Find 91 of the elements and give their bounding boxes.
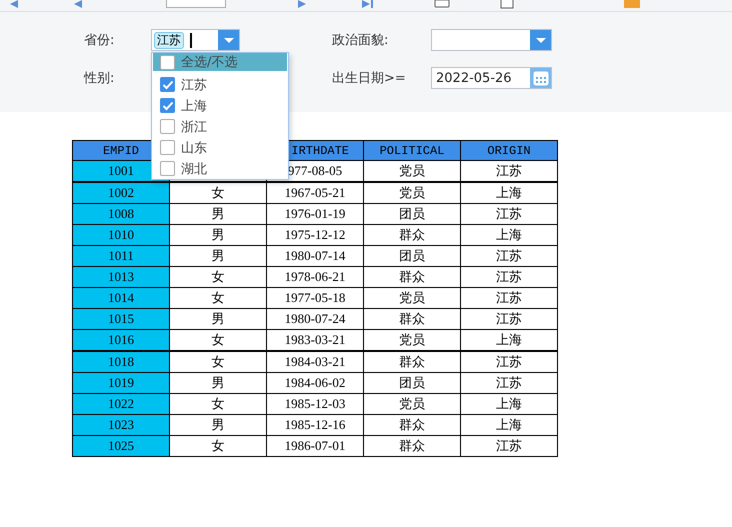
table-cell: 上海 — [460, 224, 558, 246]
checkbox[interactable] — [160, 98, 175, 113]
table-cell: 1980-07-14 — [266, 246, 364, 266]
id-cell: 1013 — [72, 266, 170, 288]
table-cell: 团员 — [364, 246, 460, 266]
table-cell: 群众 — [364, 351, 460, 372]
table-cell: 江苏 — [460, 246, 558, 266]
date-field[interactable]: 2022-05-26 — [431, 67, 552, 89]
table-cell: 群众 — [364, 266, 460, 288]
field-label: 省份: — [84, 32, 116, 49]
table-cell: 党员 — [364, 182, 460, 204]
checkbox[interactable] — [160, 77, 175, 92]
province-select[interactable]: 江苏 — [151, 29, 240, 51]
table-cell: 1978-06-21 — [266, 266, 364, 288]
id-cell: 1016 — [72, 330, 170, 351]
dropdown-item[interactable]: 浙江 — [153, 116, 287, 137]
table-cell: 江苏 — [460, 204, 558, 224]
checkbox[interactable] — [160, 161, 175, 176]
id-cell: 1014 — [72, 288, 170, 308]
text-cursor — [190, 32, 192, 48]
table-cell: 群众 — [364, 436, 460, 456]
table-cell: 1984-06-02 — [266, 372, 364, 394]
column-header: ORIGIN — [460, 140, 558, 160]
table-cell: 江苏 — [460, 351, 558, 372]
id-cell: 1025 — [72, 436, 170, 456]
selected-tag: 江苏 — [154, 32, 184, 48]
table-cell: 江苏 — [460, 372, 558, 394]
dropdown-item[interactable]: 全选/不选 — [153, 53, 287, 71]
id-cell: 1018 — [72, 351, 170, 372]
table-cell: 江苏 — [460, 160, 558, 182]
table-cell: 女 — [170, 394, 266, 414]
table-cell: 男 — [170, 372, 266, 394]
table-cell: 党员 — [364, 394, 460, 414]
id-cell: 1015 — [72, 308, 170, 330]
table-cell: 党员 — [364, 288, 460, 308]
table-cell: 1986-07-01 — [266, 436, 364, 456]
table-cell: 1985-12-03 — [266, 394, 364, 414]
checkbox[interactable] — [160, 54, 175, 70]
table-cell: 1976-01-19 — [266, 204, 364, 224]
table-cell: 江苏 — [460, 308, 558, 330]
id-cell: 1022 — [72, 394, 170, 414]
triangle-icon[interactable] — [360, 0, 374, 8]
table-cell: 群众 — [364, 414, 460, 436]
dropdown-item[interactable]: 上海 — [153, 95, 287, 116]
id-cell: 1008 — [72, 204, 170, 224]
id-cell: 1023 — [72, 414, 170, 436]
table-cell: 党员 — [364, 160, 460, 182]
table-cell: 1977-05-18 — [266, 288, 364, 308]
table-cell: 江苏 — [460, 436, 558, 456]
table-cell: 1980-07-24 — [266, 308, 364, 330]
table-cell: 江苏 — [460, 288, 558, 308]
table-cell: 党员 — [364, 330, 460, 351]
table-cell: 女 — [170, 182, 266, 204]
table-cell: 群众 — [364, 308, 460, 330]
table-cell: 上海 — [460, 394, 558, 414]
table-cell: 群众 — [364, 224, 460, 246]
political-select[interactable] — [431, 29, 552, 51]
column-header: POLITICAL — [364, 140, 460, 160]
table-cell: 女 — [170, 330, 266, 351]
dropdown-item[interactable]: 江苏 — [153, 74, 287, 95]
table-cell: 团员 — [364, 204, 460, 224]
table-cell: 男 — [170, 246, 266, 266]
table-cell: 1985-12-16 — [266, 414, 364, 436]
table-cell: 女 — [170, 288, 266, 308]
table-cell: 1967-05-21 — [266, 182, 364, 204]
table-cell: 上海 — [460, 330, 558, 351]
table-cell: 上海 — [460, 414, 558, 436]
table-cell: 1983-03-21 — [266, 330, 364, 351]
field-label: 出生日期>= — [332, 70, 407, 87]
field-label: 性别: — [84, 70, 116, 87]
id-cell: 1011 — [72, 246, 170, 266]
table-cell: 女 — [170, 436, 266, 456]
table-cell: 上海 — [460, 182, 558, 204]
table-cell: 男 — [170, 224, 266, 246]
table-cell: 团员 — [364, 372, 460, 394]
id-cell: 1002 — [72, 182, 170, 204]
id-cell: 1010 — [72, 224, 170, 246]
checkbox[interactable] — [160, 119, 175, 134]
table-cell: 1984-03-21 — [266, 351, 364, 372]
table-cell: 男 — [170, 414, 266, 436]
table-cell: 1975-12-12 — [266, 224, 364, 246]
table-cell: 男 — [170, 308, 266, 330]
table-cell: 女 — [170, 351, 266, 372]
field-label: 政治面貌: — [332, 32, 390, 49]
checkbox[interactable] — [160, 140, 175, 155]
calendar-icon[interactable] — [530, 68, 551, 88]
table-cell: 男 — [170, 204, 266, 224]
table-cell: 江苏 — [460, 266, 558, 288]
table-cell: 女 — [170, 266, 266, 288]
page-number-field[interactable] — [166, 0, 226, 8]
id-cell: 1019 — [72, 372, 170, 394]
